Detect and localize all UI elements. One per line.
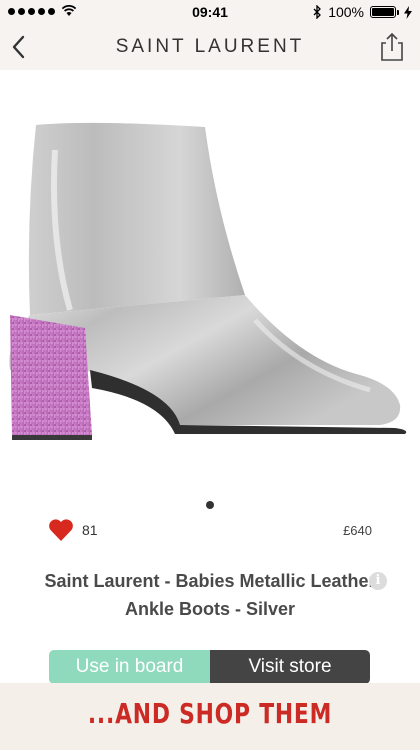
- like-group[interactable]: 81: [48, 518, 98, 542]
- use-in-board-button[interactable]: Use in board: [49, 650, 210, 684]
- info-icon[interactable]: i: [369, 572, 387, 590]
- promo-text: ...AND SHOP THEM: [87, 697, 333, 730]
- status-right: 100%: [313, 4, 412, 20]
- charging-icon: [404, 5, 412, 19]
- product-title: Saint Laurent - Babies Metallic Leather …: [44, 571, 376, 619]
- bluetooth-icon: [313, 5, 322, 19]
- nav-bar: SAINT LAURENT: [0, 24, 420, 70]
- visit-store-button[interactable]: Visit store: [210, 650, 370, 684]
- like-count: 81: [82, 522, 98, 538]
- battery-icon: [370, 6, 399, 18]
- product-image[interactable]: [0, 70, 420, 490]
- battery-percent: 100%: [328, 4, 364, 20]
- page-title: SAINT LAURENT: [115, 36, 305, 57]
- carousel-page-dot[interactable]: [206, 501, 214, 509]
- product-price: £640: [343, 523, 372, 538]
- promo-banner: ...AND SHOP THEM: [0, 683, 420, 750]
- heart-icon[interactable]: [48, 518, 74, 542]
- status-bar: 09:41 100%: [0, 0, 420, 24]
- share-icon[interactable]: [380, 32, 404, 62]
